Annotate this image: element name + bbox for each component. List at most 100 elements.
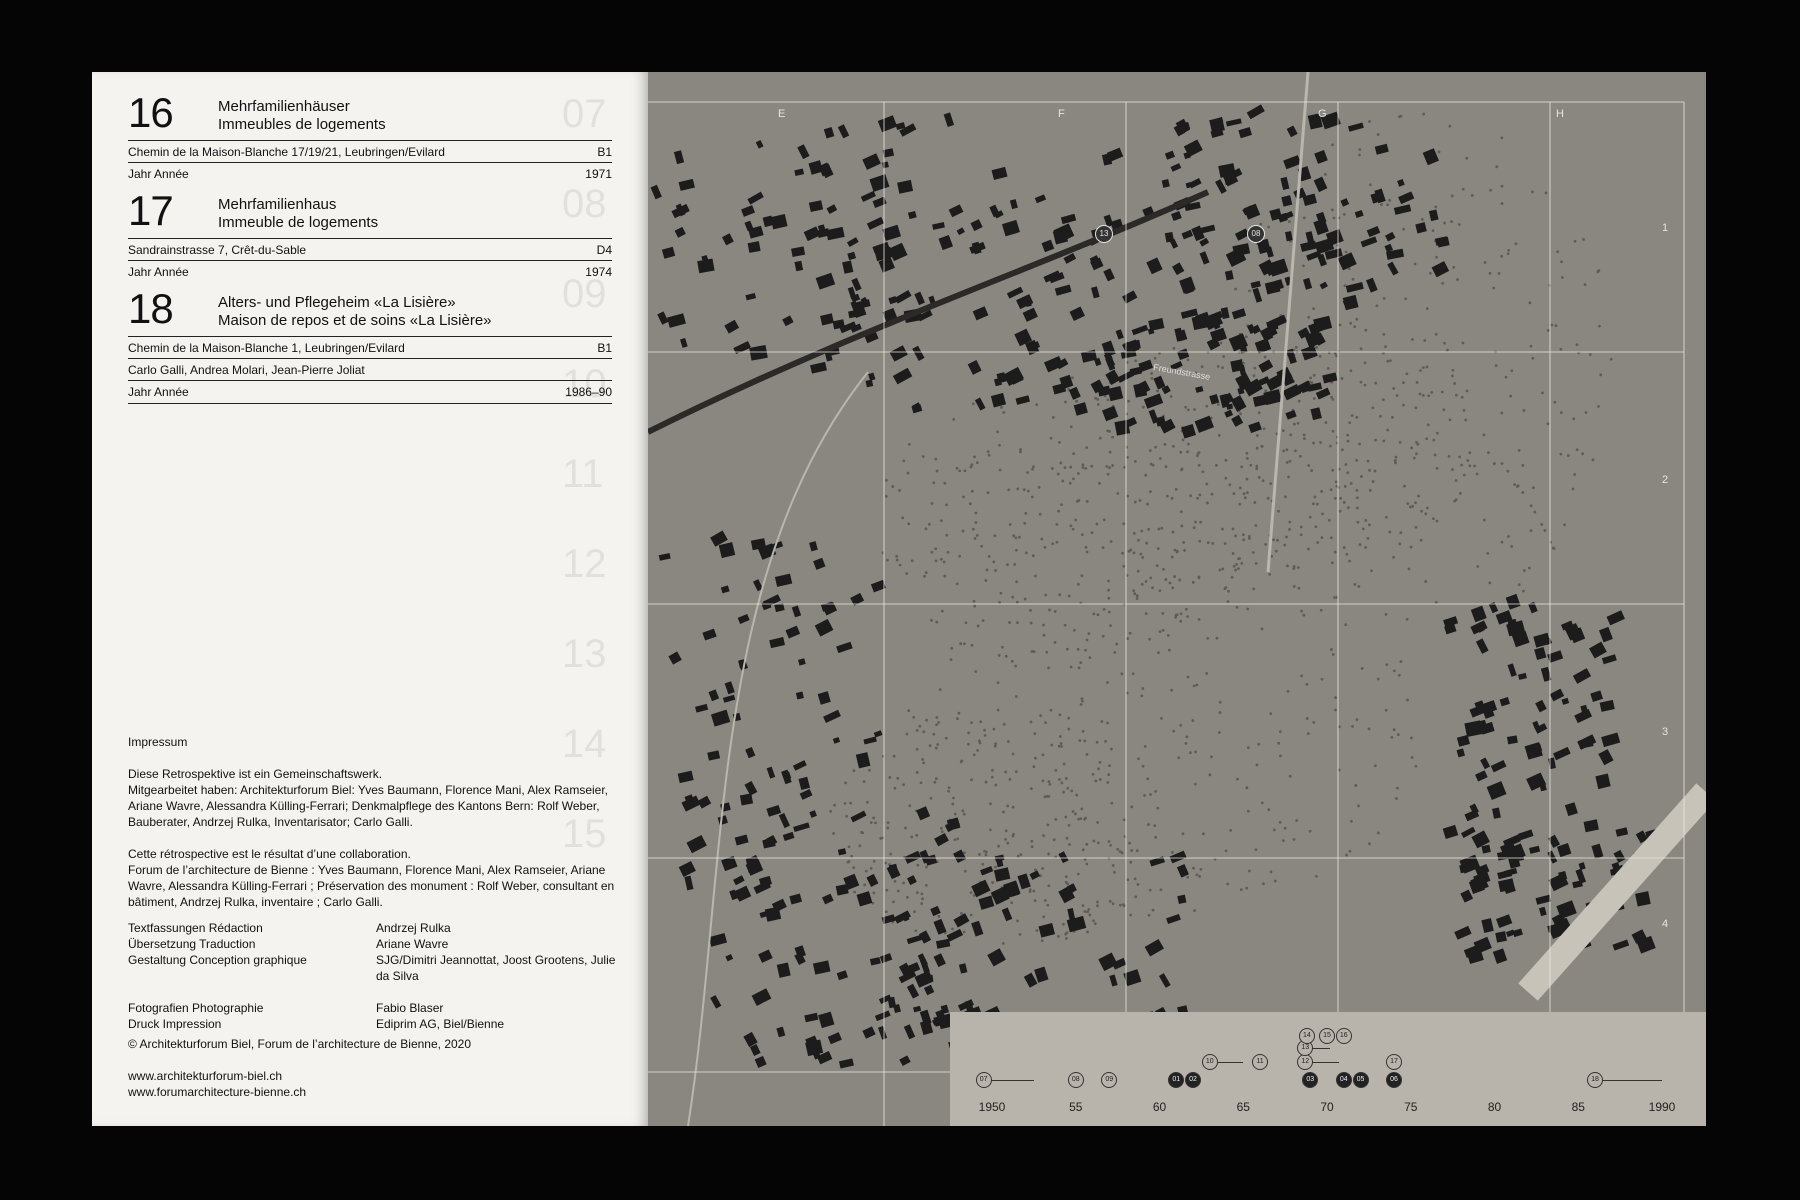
forest-dot [1337, 486, 1340, 489]
forest-dot [1092, 612, 1096, 616]
forest-dot [893, 786, 897, 790]
forest-dot [1359, 347, 1363, 351]
forest-dot [1462, 473, 1466, 477]
forest-dot [1278, 730, 1282, 734]
forest-dot [1040, 537, 1044, 541]
forest-dot [1071, 810, 1075, 813]
forest-dot [1107, 610, 1111, 614]
forest-dot [1128, 631, 1132, 635]
forest-dot [1000, 645, 1004, 649]
forest-dot [845, 814, 849, 818]
forest-dot [975, 533, 979, 537]
forest-dot [1237, 567, 1240, 570]
forest-dot [1448, 418, 1452, 422]
forest-dot [1067, 823, 1071, 827]
forest-dot [1331, 653, 1335, 656]
building [1313, 218, 1329, 236]
forest-dot [1159, 888, 1163, 892]
timeline-dot: 10 [1201, 1054, 1218, 1070]
forest-dot [1081, 848, 1085, 852]
forest-dot [1094, 396, 1098, 400]
forest-dot [1451, 368, 1455, 372]
forest-dot [1517, 583, 1521, 587]
forest-dot [949, 658, 953, 662]
building [1286, 125, 1298, 138]
building [1230, 395, 1247, 412]
forest-dot [1014, 695, 1018, 698]
forest-dot [934, 777, 938, 781]
forest-dot [1198, 539, 1202, 543]
forest-dot [1154, 835, 1158, 839]
forest-dot [1488, 271, 1492, 275]
forest-dot [1143, 794, 1146, 797]
forest-dot [1306, 732, 1310, 736]
entry-title-fr: Immeubles de logements [218, 116, 386, 133]
forest-dot [1038, 512, 1042, 516]
timeline-year-label: 55 [1069, 1100, 1083, 1114]
forest-dot [1522, 409, 1526, 412]
url-de: www.architekturforum-biel.ch [128, 1069, 283, 1083]
forest-dot [1155, 564, 1159, 568]
forest-dot [1047, 884, 1051, 888]
forest-dot [1141, 687, 1145, 690]
forest-dot [1398, 441, 1402, 444]
forest-dot [1080, 533, 1084, 537]
forest-dot [1154, 789, 1157, 793]
forest-dot [1032, 650, 1036, 653]
forest-dot [1186, 615, 1189, 618]
building [1422, 148, 1439, 166]
forest-dot [1544, 191, 1548, 195]
building [1583, 819, 1599, 833]
building [739, 793, 754, 806]
building [1103, 268, 1115, 282]
building [1058, 851, 1069, 864]
forest-dot [1215, 636, 1219, 640]
grid-col-label: E [778, 108, 786, 120]
grid-col-label: G [1318, 108, 1327, 120]
building [774, 573, 793, 587]
forest-dot [934, 746, 938, 750]
forest-dot [1030, 839, 1034, 843]
forest-dot [1088, 913, 1092, 917]
forest-dot [1357, 804, 1360, 808]
forest-dot [1184, 405, 1188, 409]
forest-dot [1245, 886, 1249, 890]
building [722, 233, 734, 246]
timeline-dot: 05 [1352, 1072, 1369, 1088]
forest-dot [1489, 188, 1492, 192]
building [1428, 209, 1439, 222]
forest-dot [1188, 751, 1192, 755]
forest-dot [1066, 786, 1070, 790]
forest-dot [956, 717, 959, 721]
forest-dot [1106, 721, 1109, 725]
forest-dot [1220, 527, 1224, 531]
forest-dot [938, 688, 942, 692]
building [1490, 760, 1507, 773]
forest-dot [1339, 496, 1343, 500]
forest-dot [1000, 405, 1003, 409]
forest-dot [940, 830, 944, 834]
forest-dot [1154, 445, 1157, 449]
building [1068, 386, 1081, 400]
forest-dot [1223, 542, 1227, 545]
forest-dot [1092, 839, 1096, 843]
forest-dot [1060, 781, 1064, 785]
forest-dot [997, 654, 1001, 657]
building [1499, 696, 1510, 707]
forest-dot [1440, 390, 1444, 394]
forest-dot [1044, 721, 1047, 725]
forest-dot [1029, 621, 1033, 625]
forest-dot [1186, 675, 1190, 679]
forest-dot [1201, 470, 1205, 474]
forest-dot [1266, 496, 1270, 500]
forest-dot [935, 620, 939, 624]
forest-dot [1522, 589, 1525, 593]
building [1258, 359, 1274, 373]
forest-dot [1492, 286, 1496, 290]
building [1492, 948, 1508, 964]
forest-dot [950, 646, 954, 650]
forest-dot [1563, 523, 1566, 527]
building [978, 895, 995, 910]
forest-dot [1166, 633, 1170, 637]
forest-dot [1376, 677, 1380, 681]
